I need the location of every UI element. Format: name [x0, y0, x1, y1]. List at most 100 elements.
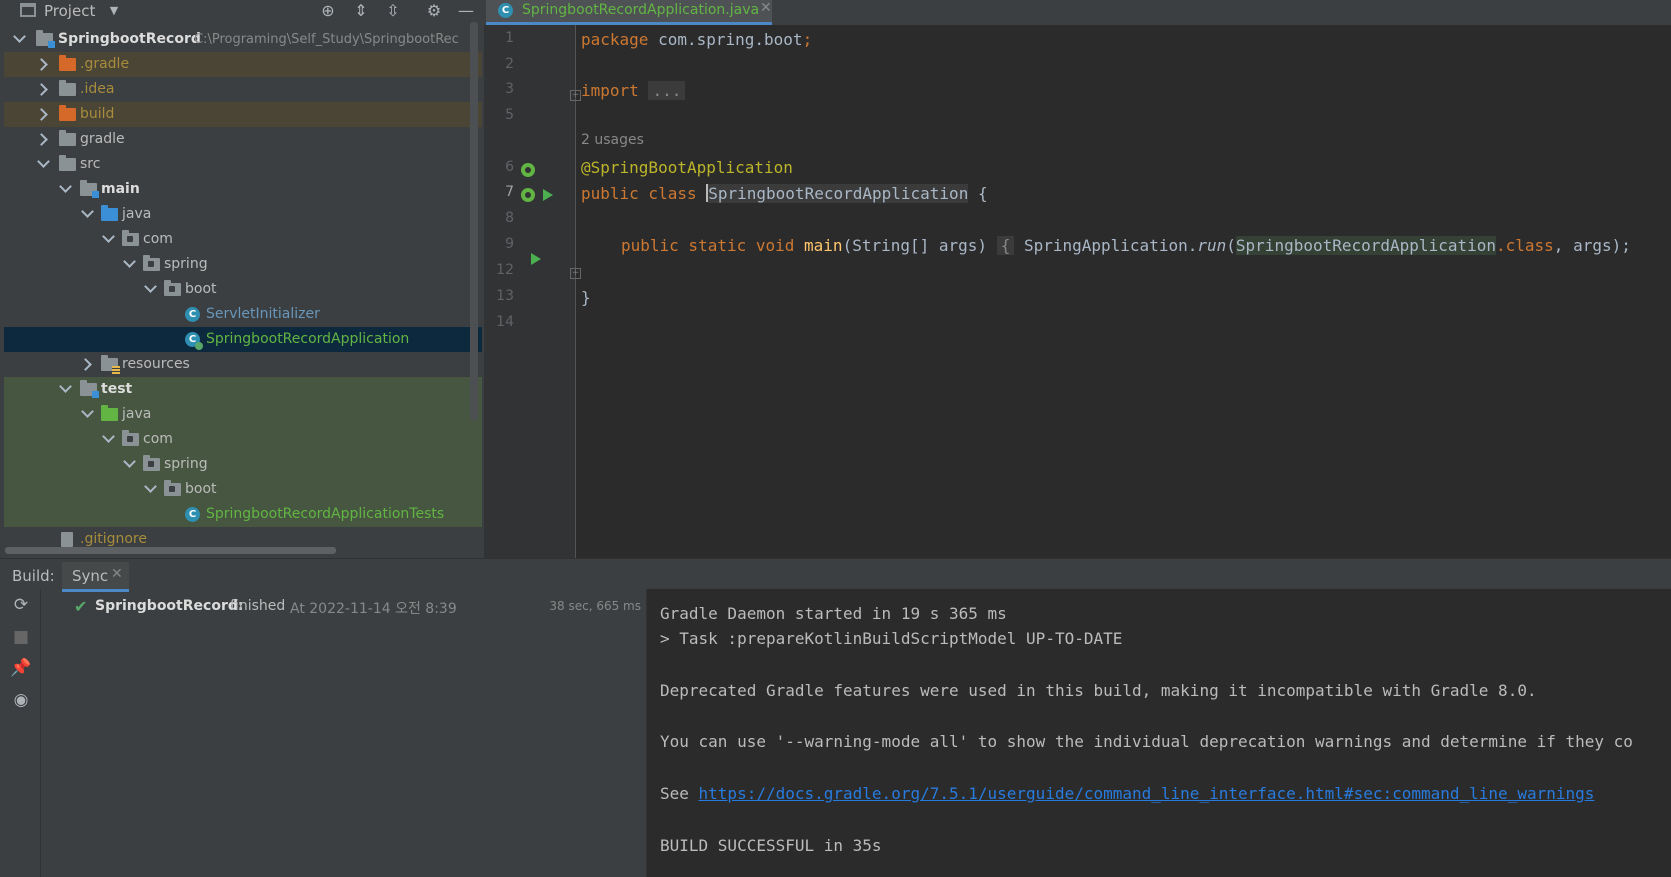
locate-icon[interactable]: ⊕ — [318, 1, 338, 21]
collapse-all-icon[interactable]: ⇳ — [383, 1, 403, 21]
class-icon: C — [185, 307, 200, 322]
chevron-right-icon[interactable] — [36, 52, 50, 77]
usages-hint[interactable]: 2 usages — [581, 132, 644, 148]
tree-item-label: com — [143, 431, 173, 447]
tree-item-servlet-initializer[interactable]: C ServletInitializer — [4, 302, 482, 327]
stop-icon[interactable]: ■ — [10, 626, 32, 648]
tree-item-main-spring[interactable]: spring — [4, 252, 482, 277]
collapsed-imports[interactable]: ... — [648, 81, 686, 100]
tree-item-root[interactable]: SpringbootRecord C:\Programing\Self_Stud… — [4, 27, 482, 52]
tree-item-label: ServletInitializer — [206, 306, 320, 322]
chevron-down-icon[interactable] — [122, 452, 136, 477]
tree-item-test-spring[interactable]: spring — [4, 452, 482, 477]
source-folder-icon — [101, 205, 118, 221]
close-icon[interactable]: ✕ — [111, 566, 123, 582]
tab-sync[interactable]: Sync ✕ — [62, 562, 129, 592]
tree-item-label: build — [80, 106, 115, 122]
build-console[interactable]: Gradle Daemon started in 19 s 365 ms > T… — [646, 589, 1671, 877]
tree-item-test[interactable]: test — [4, 377, 482, 402]
tree-item-test-boot[interactable]: boot — [4, 477, 482, 502]
tree-item-build[interactable]: build — [4, 102, 482, 127]
console-line: You can use '--warning-mode all' to show… — [660, 732, 1633, 751]
keyword: .class — [1496, 236, 1554, 255]
tree-item-label: resources — [122, 356, 190, 372]
tree-item-idea[interactable]: .idea — [4, 77, 482, 102]
tree-item-label: java — [122, 206, 152, 222]
tree-item-gradle[interactable]: gradle — [4, 127, 482, 152]
build-result-name[interactable]: SpringbootRecord: — [95, 598, 243, 614]
chevron-right-icon[interactable] — [80, 352, 94, 377]
line-number: 9 — [505, 236, 514, 252]
chevron-right-icon[interactable] — [36, 102, 50, 127]
chevron-down-icon[interactable] — [80, 202, 94, 227]
tree-item-label: SpringbootRecordApplication — [206, 331, 410, 347]
run-icon[interactable] — [531, 253, 541, 265]
chevron-down-icon[interactable]: ▼ — [104, 1, 124, 21]
test-class-icon: C — [185, 507, 200, 522]
class-ref: SpringbootRecordApplication — [1235, 236, 1496, 255]
params: (String[] args) — [842, 236, 997, 255]
chevron-down-icon[interactable] — [58, 177, 72, 202]
build-toolbar: ⟳ ■ 📌 ◉ — [0, 589, 41, 877]
chevron-down-icon[interactable] — [122, 252, 136, 277]
expand-all-icon[interactable]: ⇕ — [351, 1, 371, 21]
tree-item-app-class[interactable]: C SpringbootRecordApplication — [4, 327, 482, 352]
chevron-down-icon[interactable] — [101, 227, 115, 252]
chevron-down-icon[interactable] — [12, 27, 26, 52]
refresh-icon[interactable]: ⟳ — [10, 594, 32, 616]
tree-item-main-java[interactable]: java — [4, 202, 482, 227]
fold-icon[interactable]: + — [570, 268, 581, 279]
chevron-down-icon[interactable] — [58, 377, 72, 402]
module-folder-icon — [80, 380, 99, 398]
tree-item-label: boot — [185, 281, 217, 297]
package-icon — [164, 280, 181, 296]
project-view-title[interactable]: Project — [44, 2, 95, 20]
project-vertical-scrollbar[interactable] — [470, 22, 478, 420]
close-icon[interactable]: ✕ — [760, 0, 772, 16]
run-icon[interactable] — [543, 189, 553, 201]
pin-icon[interactable]: 📌 — [10, 657, 32, 679]
line-number: 1 — [505, 30, 514, 46]
tree-item-resources[interactable]: resources — [4, 352, 482, 377]
chevron-right-icon[interactable] — [36, 77, 50, 102]
console-text: See — [660, 784, 699, 803]
chevron-right-icon[interactable] — [36, 127, 50, 152]
project-horizontal-scrollbar[interactable] — [5, 547, 336, 554]
gear-icon[interactable]: ⚙ — [424, 1, 444, 21]
console-line: > Task :prepareKotlinBuildScriptModel UP… — [660, 629, 1123, 648]
tree-item-label: java — [122, 406, 152, 422]
editor-tab-active[interactable]: C SpringbootRecordApplication.java ✕ — [486, 0, 772, 25]
code-area[interactable]: package com.spring.boot; import ... 2 us… — [581, 25, 1671, 558]
chevron-down-icon[interactable] — [36, 152, 50, 177]
spring-bean-icon[interactable] — [521, 163, 535, 177]
tree-item-test-com[interactable]: com — [4, 427, 482, 452]
tree-item-label: test — [101, 381, 133, 397]
fold-icon[interactable]: + — [570, 90, 581, 101]
console-line: Gradle Daemon started in 19 s 365 ms — [660, 604, 1007, 623]
tree-item-label: spring — [164, 256, 208, 272]
tree-item-dot-gradle[interactable]: .gradle — [4, 52, 482, 77]
tree-item-label: .idea — [80, 81, 115, 97]
tree-item-main-com[interactable]: com — [4, 227, 482, 252]
chevron-down-icon[interactable] — [143, 477, 157, 502]
success-check-icon: ✔ — [74, 597, 88, 616]
tree-item-label: src — [80, 156, 101, 172]
docs-link[interactable]: https://docs.gradle.org/7.5.1/userguide/… — [699, 784, 1595, 803]
tree-item-main-boot[interactable]: boot — [4, 277, 482, 302]
keyword: package — [581, 30, 649, 49]
hide-icon[interactable]: — — [456, 1, 476, 21]
spring-bean-icon[interactable] — [521, 188, 535, 202]
chevron-down-icon[interactable] — [101, 427, 115, 452]
tree-item-test-class[interactable]: C SpringbootRecordApplicationTests — [4, 502, 482, 527]
line-number: 2 — [505, 56, 514, 72]
tree-item-main[interactable]: main — [4, 177, 482, 202]
chevron-down-icon[interactable] — [143, 277, 157, 302]
keyword: public static void — [621, 236, 805, 255]
test-source-folder-icon — [101, 405, 118, 421]
brace: } — [581, 288, 591, 307]
eye-icon[interactable]: ◉ — [10, 689, 32, 711]
tree-item-src[interactable]: src — [4, 152, 482, 177]
console-line: See https://docs.gradle.org/7.5.1/usergu… — [660, 784, 1594, 803]
tree-item-test-java[interactable]: java — [4, 402, 482, 427]
chevron-down-icon[interactable] — [80, 402, 94, 427]
